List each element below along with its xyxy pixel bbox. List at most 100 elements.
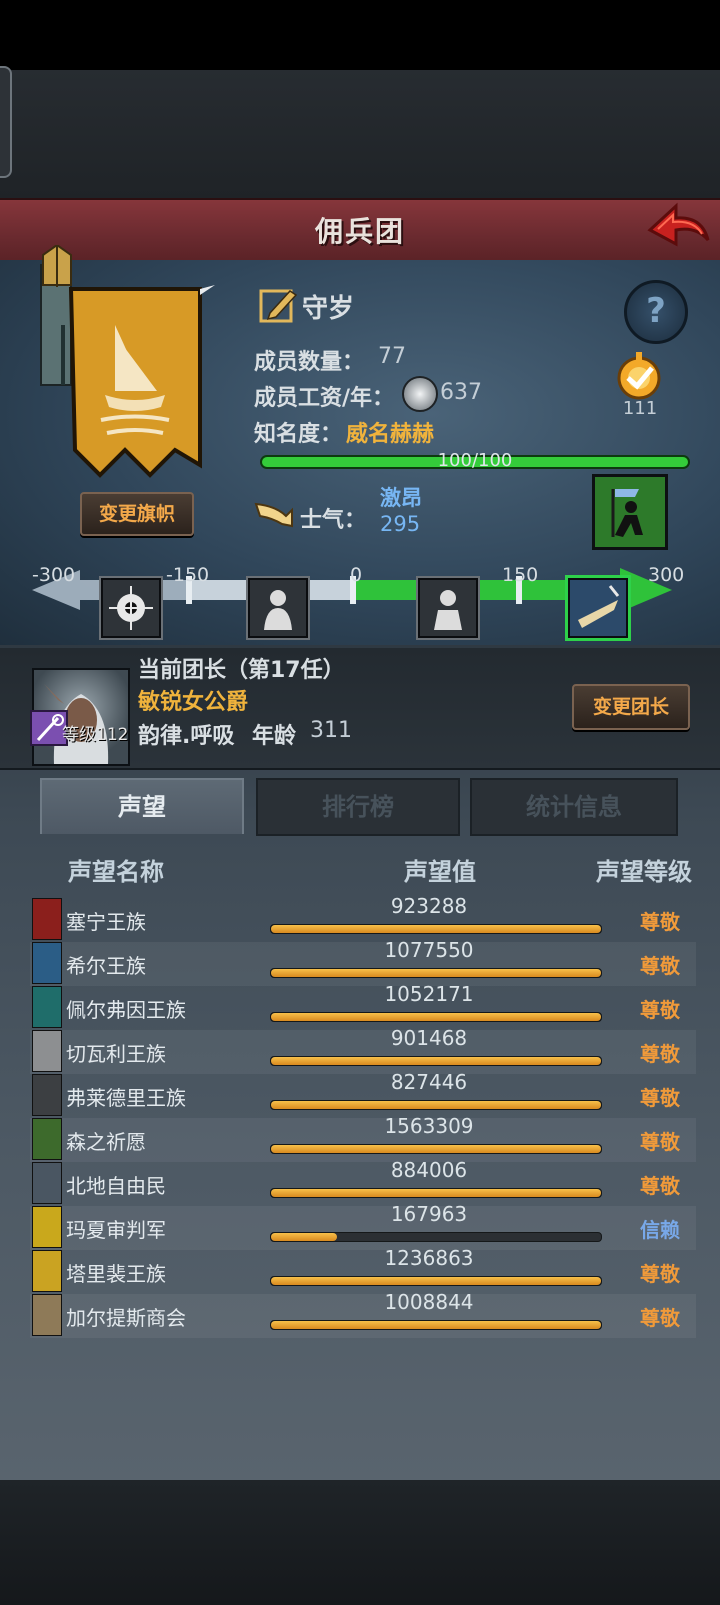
- salary-value: 637: [440, 380, 482, 405]
- tab-statistics[interactable]: 统计信息: [470, 778, 678, 836]
- reputation-progress-fill: [271, 1233, 337, 1241]
- badge-number: 111: [622, 398, 658, 419]
- reputation-row[interactable]: 加尔提斯商会 1008844 尊敬: [30, 1290, 696, 1338]
- reputation-row[interactable]: 弗莱德里王族 827446 尊敬: [30, 1070, 696, 1118]
- reputation-progress-bar: [270, 1276, 602, 1286]
- header-rank: 声望等级: [596, 858, 692, 886]
- header-name: 声望名称: [68, 858, 164, 886]
- guild-name: 守岁: [302, 294, 355, 324]
- faction-crest-icon: [32, 1074, 62, 1116]
- morale-state-icon-panic: [101, 578, 161, 638]
- faction-name: 弗莱德里王族: [66, 1086, 186, 1110]
- reputation-rank: 尊敬: [640, 1086, 680, 1110]
- salary-label: 成员工资/年：: [254, 386, 395, 411]
- tab-leaderboard[interactable]: 排行榜: [256, 778, 460, 836]
- morale-value: 295: [380, 512, 421, 536]
- reputation-row[interactable]: 森之祈愿 1563309 尊敬: [30, 1114, 696, 1162]
- reputation-value: 901468: [390, 1026, 468, 1050]
- reputation-row[interactable]: 希尔王族 1077550 尊敬: [30, 938, 696, 986]
- reputation-progress-fill: [271, 1013, 601, 1021]
- reputation-progress-fill: [271, 969, 601, 977]
- achievement-badge-icon[interactable]: [608, 352, 670, 402]
- header-value: 声望值: [404, 858, 476, 886]
- reputation-row[interactable]: 塔里裴王族 1236863 尊敬: [30, 1246, 696, 1294]
- back-button[interactable]: [646, 200, 712, 254]
- faction-name: 塔里裴王族: [66, 1262, 166, 1286]
- faction-name: 加尔提斯商会: [66, 1306, 186, 1330]
- reputation-progress-fill: [271, 1101, 601, 1109]
- reputation-progress-bar: [270, 924, 602, 934]
- member-count: 77: [378, 344, 406, 369]
- reputation-progress-bar: [270, 1012, 602, 1022]
- leader-level: 等级112: [62, 725, 129, 745]
- reputation-rank: 尊敬: [640, 1262, 680, 1286]
- reputation-progress-fill: [271, 1277, 601, 1285]
- fame-label: 知名度：: [254, 422, 343, 447]
- side-drawer-handle[interactable]: [0, 66, 12, 178]
- fame-value: 威名赫赫: [346, 422, 435, 447]
- leader-age: 311: [310, 718, 352, 743]
- axis-tick-label: 150: [502, 564, 539, 586]
- tab-reputation[interactable]: 声望: [40, 778, 244, 834]
- page-title: 佣兵团: [314, 215, 405, 248]
- reputation-rank: 尊敬: [640, 910, 680, 934]
- morale-state-icon-high: [568, 578, 628, 638]
- faction-name: 塞宁王族: [66, 910, 146, 934]
- axis-tick-label: -150: [166, 564, 210, 586]
- faction-name: 希尔王族: [66, 954, 146, 978]
- faction-crest-icon: [32, 1206, 62, 1248]
- axis-tick-label: -300: [32, 564, 76, 586]
- change-flag-button[interactable]: 变更旗帜: [80, 492, 194, 536]
- leader-traits: 韵律.呼吸: [138, 724, 235, 749]
- reputation-value: 1563309: [384, 1114, 474, 1138]
- fame-progress-text: 100/100: [437, 450, 513, 471]
- reputation-progress-fill: [271, 925, 601, 933]
- morale-state-icon-fear: [248, 578, 308, 638]
- reputation-value: 1008844: [384, 1290, 474, 1314]
- morale-buff-icon[interactable]: [592, 474, 668, 550]
- morale-state-icon-calm: [418, 578, 478, 638]
- reputation-progress-bar: [270, 1320, 602, 1330]
- faction-name: 森之祈愿: [66, 1130, 146, 1154]
- reputation-row[interactable]: 北地自由民 884006 尊敬: [30, 1158, 696, 1206]
- bottom-backdrop: [0, 1480, 720, 1605]
- tab-bar: 声望 排行榜 统计信息: [36, 778, 688, 836]
- faction-crest-icon: [32, 942, 62, 984]
- leader-name: 敏锐女公爵: [138, 690, 249, 715]
- reputation-progress-fill: [271, 1189, 601, 1197]
- reputation-rank: 信赖: [640, 1218, 680, 1242]
- reputation-progress-fill: [271, 1321, 601, 1329]
- leader-age-label: 年龄: [252, 724, 297, 749]
- faction-crest-icon: [32, 1250, 62, 1292]
- reputation-value: 884006: [390, 1158, 468, 1182]
- reputation-value: 1052171: [384, 982, 474, 1006]
- faction-crest-icon: [32, 1294, 62, 1336]
- change-leader-button[interactable]: 变更团长: [572, 684, 690, 730]
- edit-name-icon[interactable]: [258, 285, 298, 325]
- status-bar-area: [0, 0, 720, 70]
- reputation-rank: 尊敬: [640, 998, 680, 1022]
- reputation-table-header: 声望名称 声望值 声望等级: [0, 842, 720, 894]
- reputation-row[interactable]: 玛夏审判军 167963 信赖: [30, 1202, 696, 1250]
- back-arrow-icon: [647, 202, 710, 247]
- member-count-label: 成员数量：: [254, 350, 365, 375]
- leader-title: 当前团长（第17任）: [138, 658, 345, 683]
- reputation-rank: 尊敬: [640, 1130, 680, 1154]
- morale-state: 激昂: [380, 486, 422, 510]
- reputation-value: 1077550: [384, 938, 474, 962]
- reputation-value: 167963: [390, 1202, 468, 1226]
- horn-icon: [252, 496, 296, 530]
- faction-crest-icon: [32, 986, 62, 1028]
- reputation-progress-bar: [270, 968, 602, 978]
- reputation-progress-bar: [270, 1056, 602, 1066]
- help-button[interactable]: ?: [624, 280, 688, 344]
- axis-tick-label: 0: [350, 564, 363, 586]
- reputation-row[interactable]: 塞宁王族 923288 尊敬: [30, 894, 696, 942]
- faction-crest-icon: [32, 1162, 62, 1204]
- question-icon: ?: [646, 291, 666, 331]
- reputation-row[interactable]: 佩尔弗因王族 1052171 尊敬: [30, 982, 696, 1030]
- reputation-rank: 尊敬: [640, 1042, 680, 1066]
- reputation-row[interactable]: 切瓦利王族 901468 尊敬: [30, 1026, 696, 1074]
- guild-banner: [35, 243, 215, 495]
- reputation-progress-bar: [270, 1100, 602, 1110]
